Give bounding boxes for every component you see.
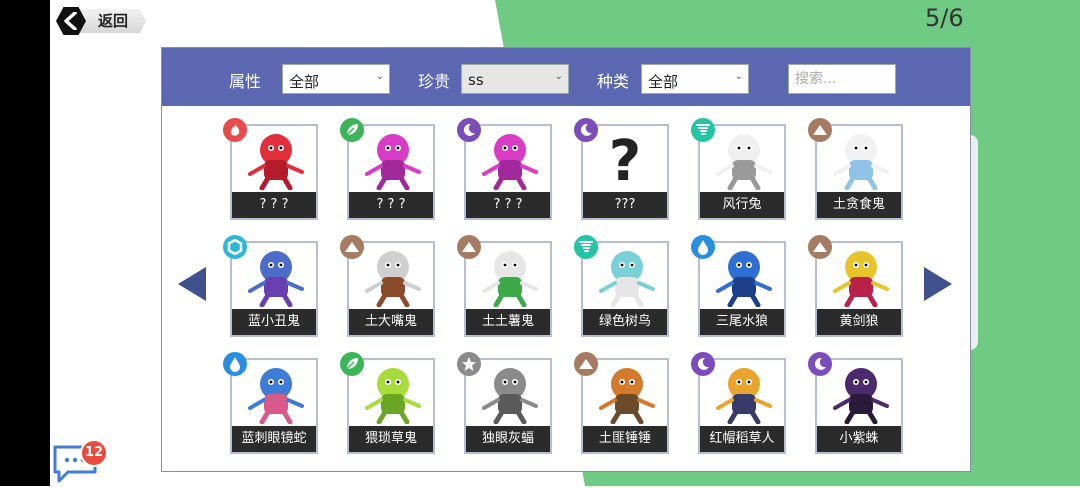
rarity-select-value: ss (468, 71, 484, 89)
prev-page-button[interactable] (178, 267, 206, 305)
chevron-down-icon: ⌄ (554, 71, 563, 82)
mountain-icon (808, 235, 832, 259)
monster-catalog-panel: 属性 全部 ⌄ 珍贵 ss ⌄ 种类 全部 ⌄ ? ? ? ? ? ? ? ? ??… (161, 47, 971, 472)
hexagon-icon (223, 235, 247, 259)
water-drop-icon (691, 235, 715, 259)
mountain-icon (574, 352, 598, 376)
star-icon (457, 352, 481, 376)
monster-name: 黄剑狼 (817, 309, 901, 335)
species-select[interactable]: 全部 ⌄ (641, 64, 749, 94)
monster-name: ? ? ? (232, 192, 316, 218)
rarity-label: 珍贵 (418, 72, 451, 91)
mountain-icon (457, 235, 481, 259)
monster-name: ? ? ? (349, 192, 433, 218)
monster-name: 绿色树鸟 (583, 309, 667, 335)
monster-name: 猥琐草鬼 (349, 426, 433, 452)
next-page-button[interactable] (924, 267, 952, 305)
tornado-icon (691, 118, 715, 142)
monster-name: 小紫蛛 (817, 426, 901, 452)
page-indicator: 5/6 (925, 4, 964, 32)
moon-icon (574, 118, 598, 142)
monster-name: 红帽稻草人 (700, 426, 784, 452)
moon-icon (691, 352, 715, 376)
attribute-label: 属性 (229, 72, 262, 91)
attribute-select-value: 全部 (289, 73, 320, 91)
mountain-icon (340, 235, 364, 259)
monster-name: 蓝刺眼镜蛇 (232, 426, 316, 452)
mountain-icon (808, 118, 832, 142)
flame-icon (223, 118, 247, 142)
back-button[interactable]: 返回 (56, 7, 146, 35)
filter-bar: 属性 全部 ⌄ 珍贵 ss ⌄ 种类 全部 ⌄ (162, 48, 970, 106)
monster-name: 土土薯鬼 (466, 309, 550, 335)
search-input[interactable] (788, 64, 896, 94)
arrow-left-icon (178, 267, 206, 301)
species-label: 种类 (597, 72, 630, 91)
svg-text:?: ? (609, 129, 641, 190)
moon-icon (808, 352, 832, 376)
rarity-select[interactable]: ss ⌄ (461, 64, 569, 94)
arrow-right-icon (924, 267, 952, 301)
monster-name: ? ? ? (466, 192, 550, 218)
leaf-icon (340, 118, 364, 142)
monster-name: 土匪锤锤 (583, 426, 667, 452)
attribute-select[interactable]: 全部 ⌄ (282, 64, 390, 94)
left-black-bar (0, 0, 50, 486)
chevron-down-icon: ⌄ (375, 71, 384, 82)
monster-name: 土大嘴鬼 (349, 309, 433, 335)
monster-name: 独眼灰蝠 (466, 426, 550, 452)
back-label: 返回 (98, 12, 129, 30)
leaf-icon (340, 352, 364, 376)
chevron-down-icon: ⌄ (734, 71, 743, 82)
monster-name: ??? (583, 192, 667, 218)
tornado-icon (574, 235, 598, 259)
water-drop-icon (223, 352, 247, 376)
monster-name: 风行兔 (700, 192, 784, 218)
monster-name: 蓝小丑鬼 (232, 309, 316, 335)
species-select-value: 全部 (648, 73, 679, 91)
monster-name: 三尾水狼 (700, 309, 784, 335)
monster-name: 土贪食鬼 (817, 192, 901, 218)
moon-icon (457, 118, 481, 142)
unread-badge: 12 (80, 439, 108, 467)
